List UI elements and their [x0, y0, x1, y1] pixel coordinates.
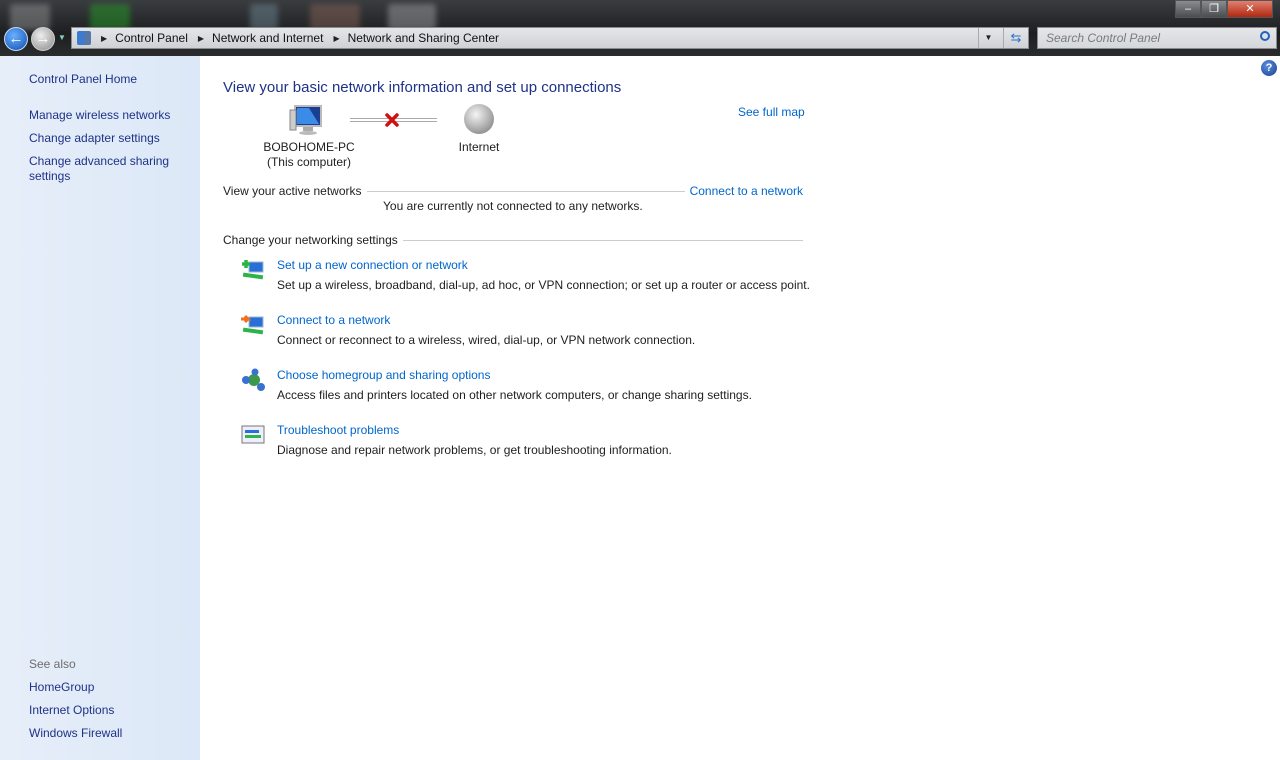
sidebar-link-homegroup[interactable]: HomeGroup — [29, 680, 189, 695]
page-title: View your basic network information and … — [223, 79, 622, 96]
forward-button[interactable]: → — [31, 27, 55, 51]
close-button[interactable]: ✕ — [1227, 0, 1273, 18]
see-full-map-link[interactable]: See full map — [738, 105, 805, 119]
sidebar-link-windows-firewall[interactable]: Windows Firewall — [29, 726, 189, 741]
homegroup-icon — [242, 368, 265, 391]
computer-subtitle: (This computer) — [266, 155, 352, 169]
search-box[interactable] — [1037, 27, 1277, 49]
sidebar-item-advanced-sharing[interactable]: Change advanced sharing settings — [29, 154, 179, 184]
address-dropdown-button[interactable]: ▼ — [978, 28, 998, 48]
breadcrumb-control-panel[interactable]: Control Panel — [115, 31, 188, 45]
help-button[interactable]: ? — [1261, 60, 1277, 76]
connect-network-icon — [241, 314, 264, 335]
chevron-right-icon[interactable]: ▶ — [198, 34, 204, 43]
no-network-message: You are currently not connected to any n… — [383, 199, 643, 213]
troubleshoot-icon — [241, 425, 265, 444]
new-connection-icon — [242, 260, 264, 280]
control-panel-icon — [77, 31, 91, 45]
title-bar: – ❐ ✕ ← → ▼ ▶ Control Panel ▶ Network an… — [0, 0, 1280, 56]
task-description: Access files and printers located on oth… — [277, 388, 752, 402]
new-connection-link[interactable]: Set up a new connection or network — [277, 258, 468, 272]
task-description: Set up a wireless, broadband, dial-up, a… — [277, 278, 810, 292]
internet-globe-icon[interactable] — [464, 104, 494, 134]
forward-arrow-icon: → — [35, 30, 51, 47]
see-also-heading: See also — [29, 657, 76, 671]
sidebar-item-control-panel-home[interactable]: Control Panel Home — [29, 72, 189, 87]
recent-pages-dropdown[interactable]: ▼ — [58, 33, 66, 42]
homegroup-link[interactable]: Choose homegroup and sharing options — [277, 368, 490, 382]
sidebar: Control Panel Home Manage wireless netwo… — [0, 56, 200, 760]
sidebar-item-adapter-settings[interactable]: Change adapter settings — [29, 131, 189, 146]
divider — [366, 190, 685, 192]
active-networks-section: View your active networks Connect to a n… — [223, 184, 803, 198]
breadcrumb-network-and-internet[interactable]: Network and Internet — [212, 31, 323, 45]
sidebar-item-manage-wireless[interactable]: Manage wireless networks — [29, 108, 189, 123]
task-description: Connect or reconnect to a wireless, wire… — [277, 333, 696, 347]
connect-network-link[interactable]: Connect to a network — [277, 313, 390, 327]
active-networks-heading: View your active networks — [223, 184, 362, 198]
chevron-right-icon[interactable]: ▶ — [333, 34, 339, 43]
refresh-button[interactable]: ⇆ — [1003, 28, 1028, 48]
restore-button[interactable]: ❐ — [1201, 0, 1227, 18]
disconnected-x-icon[interactable] — [384, 112, 400, 128]
divider — [402, 239, 803, 241]
breadcrumb-network-sharing-center[interactable]: Network and Sharing Center — [348, 31, 499, 45]
address-bar[interactable]: ▶ Control Panel ▶ Network and Internet ▶… — [71, 27, 1029, 49]
connect-to-network-link[interactable]: Connect to a network — [690, 184, 803, 198]
back-button[interactable]: ← — [4, 27, 28, 51]
help-icon: ? — [1265, 62, 1273, 74]
back-arrow-icon: ← — [8, 30, 24, 47]
task-description: Diagnose and repair network problems, or… — [277, 443, 672, 457]
troubleshoot-link[interactable]: Troubleshoot problems — [277, 423, 399, 437]
networking-settings-heading: Change your networking settings — [223, 233, 398, 247]
minimize-button[interactable]: – — [1175, 0, 1201, 18]
chevron-right-icon[interactable]: ▶ — [101, 34, 107, 43]
search-icon[interactable] — [1260, 31, 1270, 41]
networking-settings-section: Change your networking settings — [223, 233, 803, 247]
computer-icon — [289, 105, 322, 135]
sidebar-link-internet-options[interactable]: Internet Options — [29, 703, 189, 718]
computer-name: BOBOHOME-PC — [263, 140, 355, 154]
search-input[interactable] — [1046, 31, 1246, 45]
internet-label: Internet — [458, 140, 500, 154]
